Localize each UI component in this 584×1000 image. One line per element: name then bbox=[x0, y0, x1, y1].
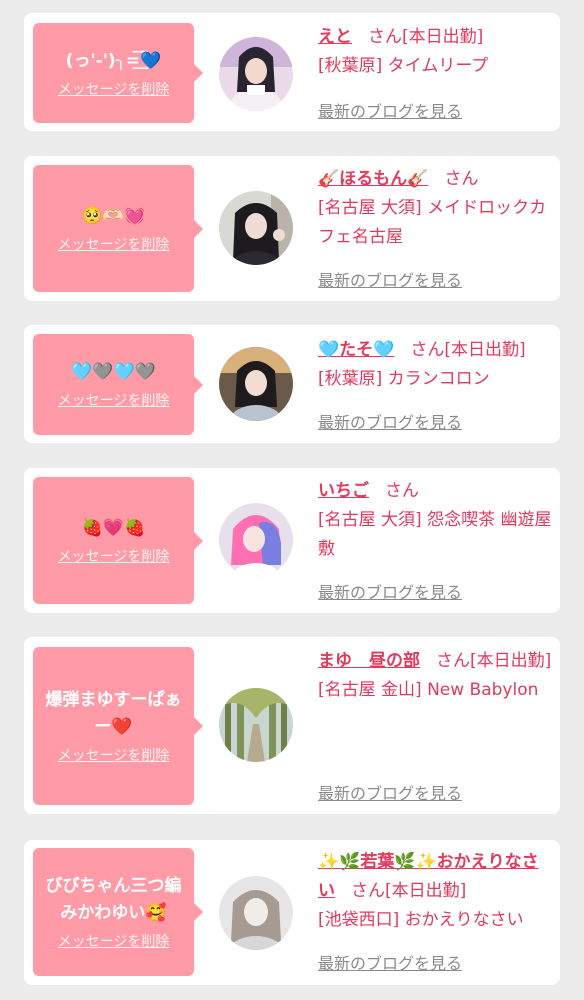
message-list: (っ'-')╮=͟͟͞͞💙 メッセージを削除 えと さん[本日出勤] [秋葉原] … bbox=[0, 0, 584, 1000]
message-card: びびちゃん三つ編みかわゆい🥰 メッセージを削除 ✨🌿若葉🌿✨おかえりなさい さん[… bbox=[24, 840, 560, 985]
delete-message-link[interactable]: メッセージを削除 bbox=[58, 745, 170, 765]
cast-info: 🩵たそ🩵 さん[本日出勤] [秋葉原] カランコロン bbox=[318, 336, 554, 394]
message-bubble: 🥺🫶🏻💓 メッセージを削除 bbox=[33, 165, 203, 292]
view-blog-link[interactable]: 最新のブログを見る bbox=[318, 98, 462, 122]
cast-name-link[interactable]: 🩵たそ🩵 bbox=[318, 340, 394, 360]
avatar[interactable] bbox=[219, 347, 293, 421]
message-card: (っ'-')╮=͟͟͞͞💙 メッセージを削除 えと さん[本日出勤] [秋葉原] … bbox=[24, 13, 560, 131]
message-bubble: 爆弾まゆすーぱぁー❤️ メッセージを削除 bbox=[33, 647, 203, 805]
delete-message-link[interactable]: メッセージを削除 bbox=[58, 931, 170, 951]
avatar[interactable] bbox=[219, 688, 293, 762]
shop-name: [名古屋 大須] 怨念喫茶 幽遊屋敷 bbox=[318, 510, 552, 559]
avatar[interactable] bbox=[219, 876, 293, 950]
cast-name-link[interactable]: まゆ 昼の部 bbox=[318, 651, 420, 671]
message-text: 🥺🫶🏻💓 bbox=[81, 206, 146, 226]
view-blog-link[interactable]: 最新のブログを見る bbox=[318, 267, 462, 291]
shop-name: [名古屋 金山] New Babylon bbox=[318, 680, 539, 700]
honorific: さん bbox=[444, 169, 479, 189]
avatar[interactable] bbox=[219, 503, 293, 577]
message-card: 🥺🫶🏻💓 メッセージを削除 🎸ほるもん🎸 さん [名古屋 大須] メイドロックカフ… bbox=[24, 156, 560, 301]
shop-name: [名古屋 大須] メイドロックカフェ名古屋 bbox=[318, 198, 547, 247]
honorific: さん bbox=[410, 340, 445, 360]
avatar[interactable] bbox=[219, 37, 293, 111]
cast-name-link[interactable]: えと bbox=[318, 27, 352, 47]
delete-message-link[interactable]: メッセージを削除 bbox=[58, 79, 170, 99]
honorific: さん bbox=[385, 481, 419, 501]
message-bubble: (っ'-')╮=͟͟͞͞💙 メッセージを削除 bbox=[33, 23, 203, 123]
shop-name: [池袋西口] おかえりなさい bbox=[318, 910, 524, 930]
message-text: びびちゃん三つ編みかわゆい🥰 bbox=[45, 876, 182, 923]
delete-message-link[interactable]: メッセージを削除 bbox=[58, 234, 170, 254]
cast-name-link[interactable]: いちご bbox=[318, 481, 369, 501]
shop-name: [秋葉原] カランコロン bbox=[318, 369, 490, 389]
view-blog-link[interactable]: 最新のブログを見る bbox=[318, 409, 462, 433]
message-text: 🩵🩶🩵🩶 bbox=[71, 362, 156, 382]
cast-info: えと さん[本日出勤] [秋葉原] タイムリープ bbox=[318, 23, 554, 81]
cast-name-link[interactable]: 🎸ほるもん🎸 bbox=[318, 169, 428, 189]
view-blog-link[interactable]: 最新のブログを見る bbox=[318, 579, 462, 603]
message-text: (っ'-')╮=͟͟͞͞💙 bbox=[65, 50, 162, 71]
cast-info: 🎸ほるもん🎸 さん [名古屋 大須] メイドロックカフェ名古屋 bbox=[318, 165, 554, 252]
cast-info: いちご さん [名古屋 大須] 怨念喫茶 幽遊屋敷 bbox=[318, 477, 554, 564]
view-blog-link[interactable]: 最新のブログを見る bbox=[318, 780, 462, 804]
message-card: 🍓💗🍓 メッセージを削除 いちご さん [名古屋 大須] 怨念喫茶 幽遊屋敷 最新… bbox=[24, 468, 560, 613]
avatar[interactable] bbox=[219, 191, 293, 265]
message-text: 爆弾まゆすーぱぁー❤️ bbox=[45, 690, 182, 737]
cast-info: まゆ 昼の部 さん[本日出勤] [名古屋 金山] New Babylon bbox=[318, 647, 554, 705]
delete-message-link[interactable]: メッセージを削除 bbox=[58, 546, 170, 566]
message-card: 🩵🩶🩵🩶 メッセージを削除 🩵たそ🩵 さん[本日出勤] [秋葉原] カランコロン … bbox=[24, 325, 560, 443]
message-text: 🍓💗🍓 bbox=[81, 518, 146, 538]
message-bubble: 🩵🩶🩵🩶 メッセージを削除 bbox=[33, 334, 203, 435]
honorific: さん bbox=[436, 651, 470, 671]
status-badge: [本日出勤] bbox=[470, 651, 552, 671]
status-badge: [本日出勤] bbox=[385, 881, 467, 901]
status-badge: [本日出勤] bbox=[402, 27, 484, 47]
message-bubble: 🍓💗🍓 メッセージを削除 bbox=[33, 477, 203, 604]
cast-info: ✨🌿若葉🌿✨おかえりなさい さん[本日出勤] [池袋西口] おかえりなさい bbox=[318, 848, 554, 935]
status-badge: [本日出勤] bbox=[444, 340, 526, 360]
message-card: 爆弾まゆすーぱぁー❤️ メッセージを削除 まゆ 昼の部 さん[本日出勤] [名古屋… bbox=[24, 637, 560, 814]
view-blog-link[interactable]: 最新のブログを見る bbox=[318, 950, 462, 974]
delete-message-link[interactable]: メッセージを削除 bbox=[58, 390, 170, 410]
shop-name: [秋葉原] タイムリープ bbox=[318, 56, 489, 76]
message-bubble: びびちゃん三つ編みかわゆい🥰 メッセージを削除 bbox=[33, 848, 203, 976]
honorific: さん bbox=[351, 881, 385, 901]
honorific: さん bbox=[368, 27, 402, 47]
